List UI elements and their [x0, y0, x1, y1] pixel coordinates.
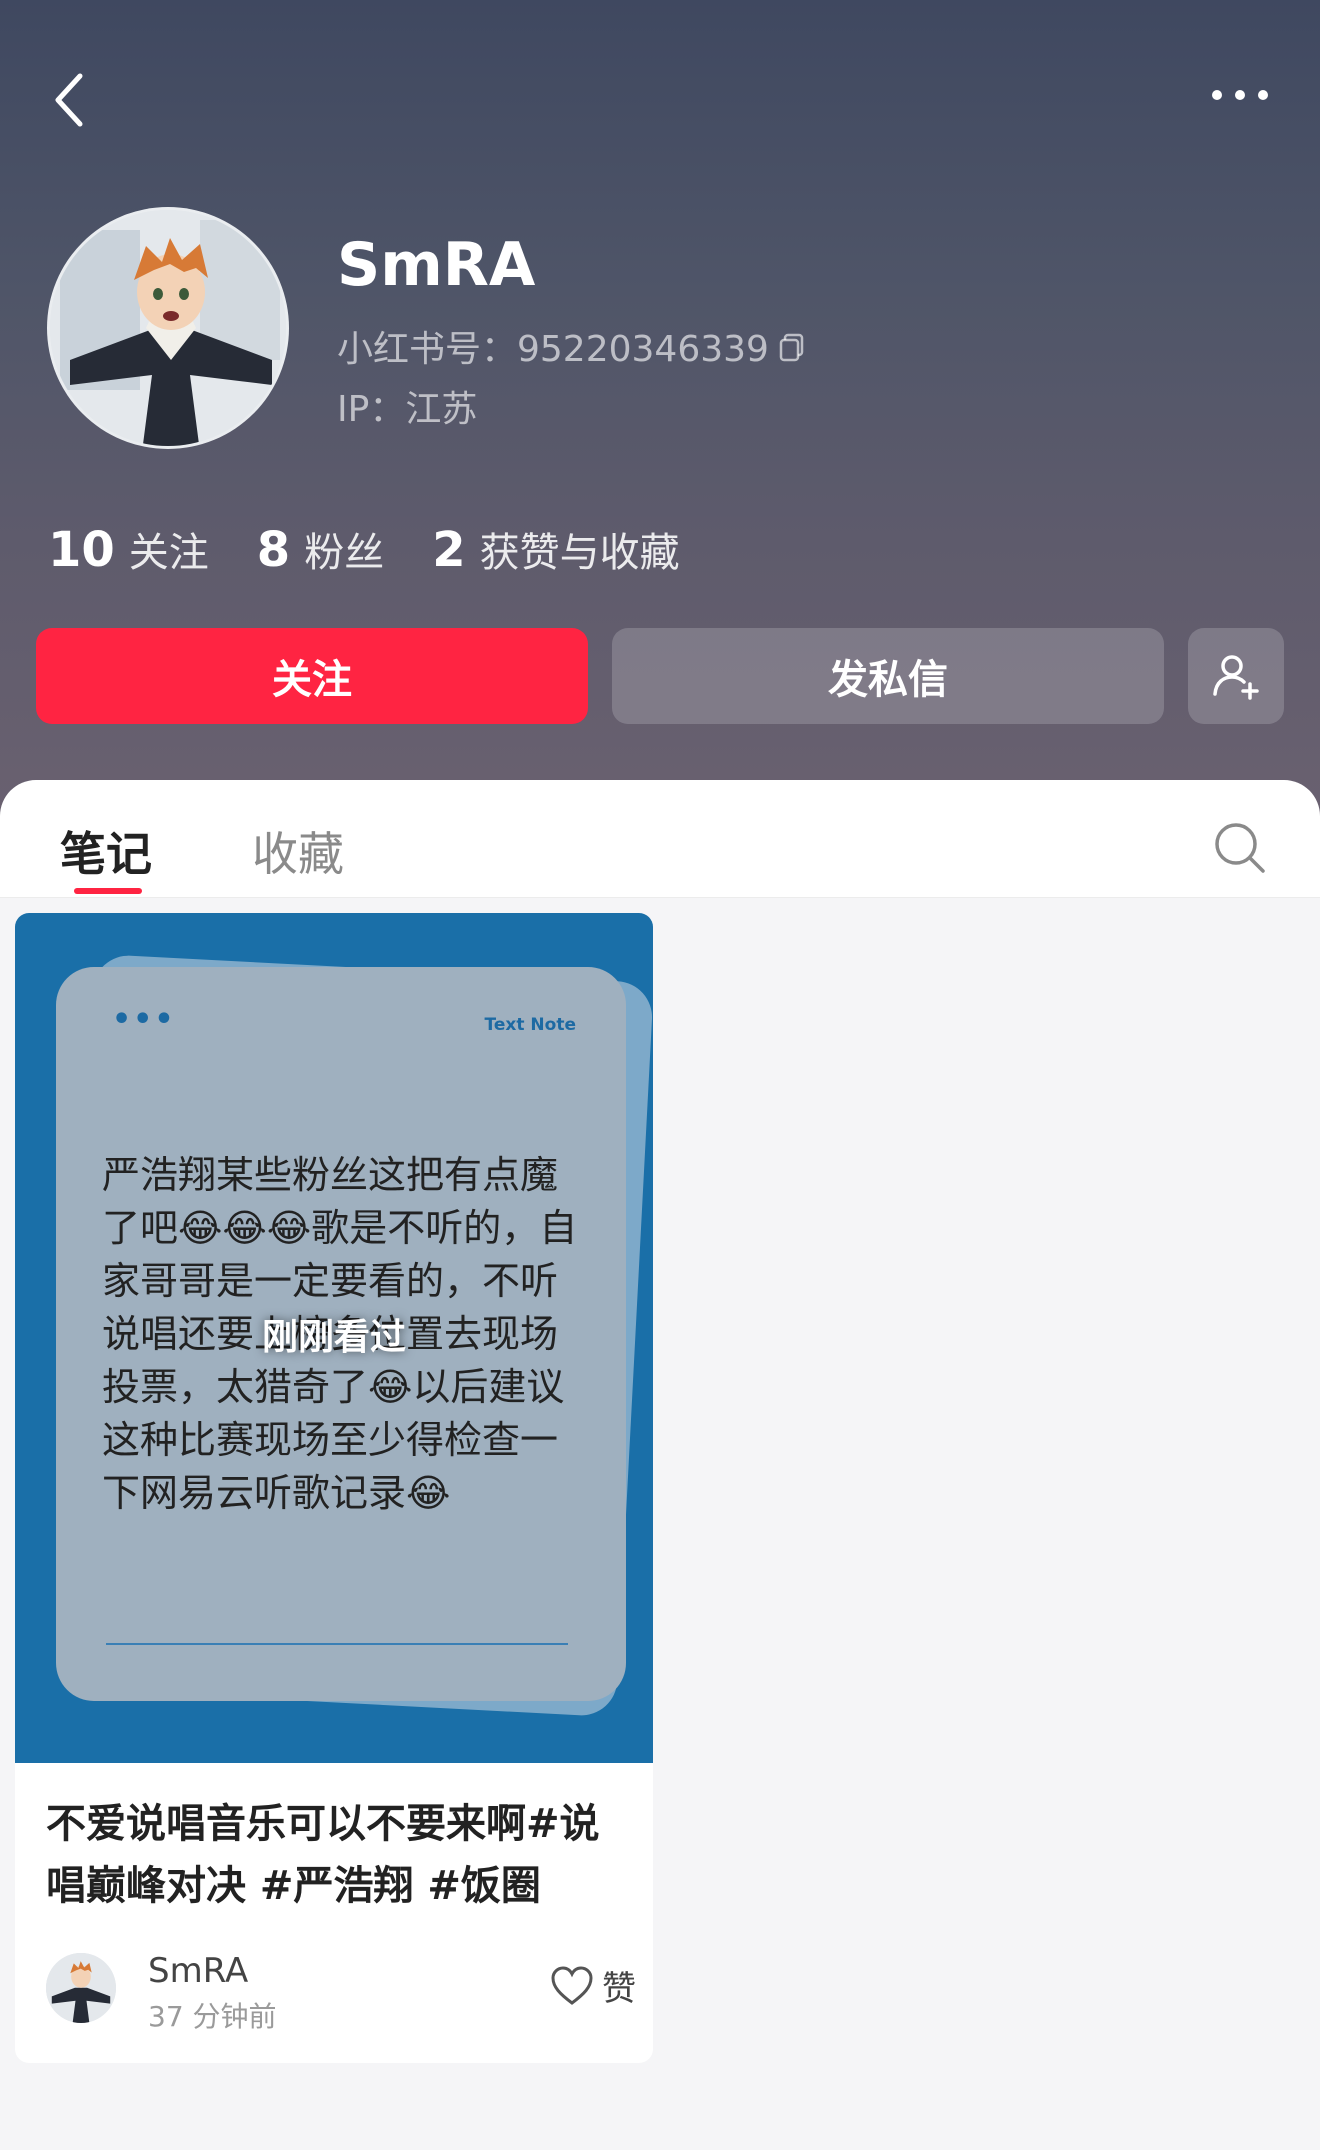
add-user-icon	[1213, 655, 1259, 700]
stat-likes-collects[interactable]: 2 获赞与收藏	[432, 520, 679, 578]
stat-following[interactable]: 10 关注	[48, 520, 209, 578]
post-time: 37 分钟前	[148, 2000, 277, 2033]
stat-fans-label: 粉丝	[304, 530, 385, 576]
stat-following-count: 10	[48, 522, 115, 578]
tab-notes[interactable]: 笔记	[60, 818, 152, 884]
note-cover[interactable]: ••• Text Note 严浩翔某些粉丝这把有点魔了吧😂😂😂歌是不听的，自家哥…	[15, 913, 653, 1763]
note-title[interactable]: 不爱说唱音乐可以不要来啊#说唱巅峰对决 #严浩翔 #饭圈	[46, 1793, 636, 1917]
stat-fans[interactable]: 8 粉丝	[257, 520, 384, 578]
cover-label: Text Note	[484, 1015, 576, 1035]
author-avatar[interactable]	[46, 1953, 116, 2023]
recently-viewed-overlay: 刚刚看过	[261, 1317, 406, 1358]
profile-tabs: 笔记 收藏	[0, 780, 1320, 898]
stat-following-label: 关注	[128, 530, 209, 576]
back-button[interactable]	[40, 60, 100, 140]
profile-stats: 10 关注 8 粉丝 2 获赞与收藏	[48, 520, 680, 578]
cover-divider	[106, 1643, 568, 1645]
add-friend-button[interactable]	[1188, 628, 1284, 724]
like-label: 赞	[602, 1969, 636, 2009]
ip-location: IP：江苏	[337, 389, 478, 430]
profile-username: SmRA	[337, 230, 536, 300]
like-button[interactable]: 赞	[550, 1961, 636, 2010]
tab-collect[interactable]: 收藏	[252, 818, 344, 884]
profile-avatar[interactable]	[47, 207, 289, 449]
note-card[interactable]: ••• Text Note 严浩翔某些粉丝这把有点魔了吧😂😂😂歌是不听的，自家哥…	[15, 913, 653, 2063]
stat-fans-count: 8	[256, 522, 291, 578]
author-avatar-image	[46, 1953, 116, 2023]
account-id-row: 小红书号：95220346339	[337, 320, 809, 372]
more-options-button[interactable]	[1200, 70, 1280, 120]
active-tab-indicator	[74, 888, 142, 894]
cover-dots-icon: •••	[112, 1002, 176, 1037]
more-icon	[1212, 90, 1268, 100]
account-id-text: 小红书号：95220346339	[337, 329, 769, 370]
note-footer: SmRA 37 分钟前 赞	[46, 1943, 636, 2033]
stat-likes-count: 2	[432, 522, 466, 578]
stat-likes-label: 获赞与收藏	[479, 530, 680, 576]
follow-button[interactable]: 关注	[36, 628, 588, 724]
search-button[interactable]	[1210, 818, 1270, 878]
back-icon	[55, 73, 83, 127]
message-button[interactable]: 发私信	[612, 628, 1164, 724]
heart-icon	[551, 1965, 593, 2005]
avatar-image	[50, 210, 286, 446]
copy-icon[interactable]	[775, 329, 809, 363]
author-name[interactable]: SmRA	[148, 1951, 248, 1991]
search-icon	[1215, 823, 1265, 873]
